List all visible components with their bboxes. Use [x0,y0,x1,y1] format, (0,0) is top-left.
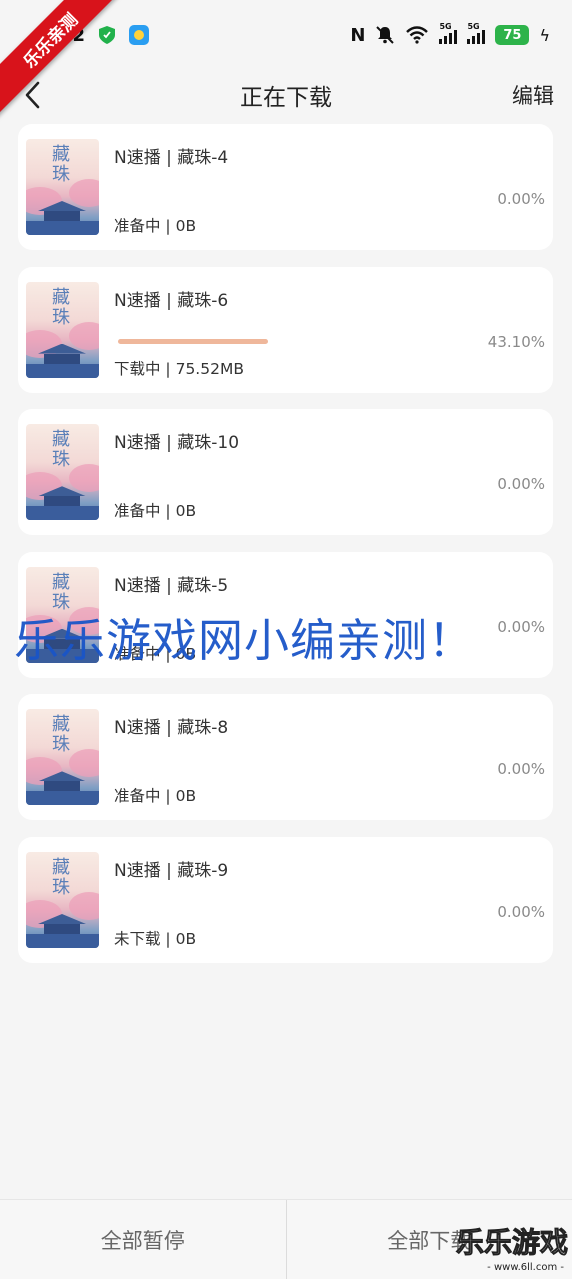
download-item[interactable]: 藏珠 N速播 | 藏珠-6 下载中 | 75.52MB 43.10% [18,266,553,393]
download-title: N速播 | 藏珠-4 [114,148,229,168]
pause-all-button[interactable]: 全部暂停 [0,1200,286,1279]
download-percent: 0.00% [497,760,545,779]
download-item[interactable]: 藏珠 N速播 | 藏珠-9 未下载 | 0B 0.00% [18,836,553,963]
watermark-overlay-text: 乐乐游戏网小编亲测！ [14,614,475,667]
download-title: N速播 | 藏珠-9 [114,860,229,881]
download-title: N速播 | 藏珠-6 [114,290,229,311]
charging-bolt-icon: ϟ [539,25,550,45]
video-cover-thumbnail: 藏珠 [26,139,99,235]
download-percent: 0.00% [497,902,545,921]
download-percent: 0.00% [497,617,545,636]
notification-app-icon [129,25,150,45]
download-list: 藏珠 N速播 | 藏珠-4 准备中 | 0B 0.00% 藏珠 N速播 | 藏珠… [18,124,553,980]
signal-icon-1: 5G [439,22,458,44]
signal-label: 5G [439,22,452,31]
download-item[interactable]: 藏珠 N速播 | 藏珠-8 准备中 | 0B 0.00% [18,694,553,821]
download-status: 下载中 | 75.52MB [114,359,244,378]
download-status: 准备中 | 0B [114,787,197,806]
watermark-logo-url: - www.6ll.com - [487,1262,564,1273]
download-progress-bar [118,338,268,344]
download-title: N速播 | 藏珠-10 [114,433,240,454]
download-percent: 0.00% [497,475,545,494]
download-title: N速播 | 藏珠-5 [114,575,229,596]
shield-icon [99,26,116,44]
download-title: N速播 | 藏珠-8 [114,718,229,739]
download-status: 准备中 | 0B [114,217,197,235]
video-cover-thumbnail: 藏珠 [26,281,99,378]
status-right: N 5G 5G 75 ϟ [350,22,550,46]
cover-title-art: 藏珠 [52,714,70,756]
watermark-logo: 乐乐游戏 - www.6ll.com - [450,1221,570,1274]
download-status: 准备中 | 0B [114,502,197,521]
signal-icon-2: 5G [467,22,486,44]
watermark-logo-text: 乐乐游戏 [455,1226,568,1260]
wifi-icon [406,26,429,44]
download-status: 未下载 | 0B [114,929,197,948]
download-item[interactable]: 藏珠 N速播 | 藏珠-4 准备中 | 0B 0.00% [18,124,553,250]
cover-title-art: 藏珠 [52,856,70,898]
cover-title-art: 藏珠 [52,429,70,471]
download-item[interactable]: 藏珠 N速播 | 藏珠-10 准备中 | 0B 0.00% [18,409,553,536]
signal-label: 5G [467,22,480,31]
video-cover-thumbnail: 藏珠 [26,424,99,521]
download-percent: 0.00% [497,190,545,208]
download-percent: 43.10% [487,332,545,351]
mute-bell-icon [376,26,395,44]
video-cover-thumbnail: 藏珠 [26,851,99,948]
cover-title-art: 藏珠 [52,144,70,185]
cover-title-art: 藏珠 [52,286,70,328]
download-progress-fill [118,338,268,344]
battery-indicator: 75 [495,25,530,45]
edit-button[interactable]: 编辑 [512,80,554,110]
nav-bar: 正在下载 编辑 [0,70,572,120]
nfc-icon: N [350,24,366,46]
page-title: 正在下载 [240,85,332,111]
video-cover-thumbnail: 藏珠 [26,709,99,806]
